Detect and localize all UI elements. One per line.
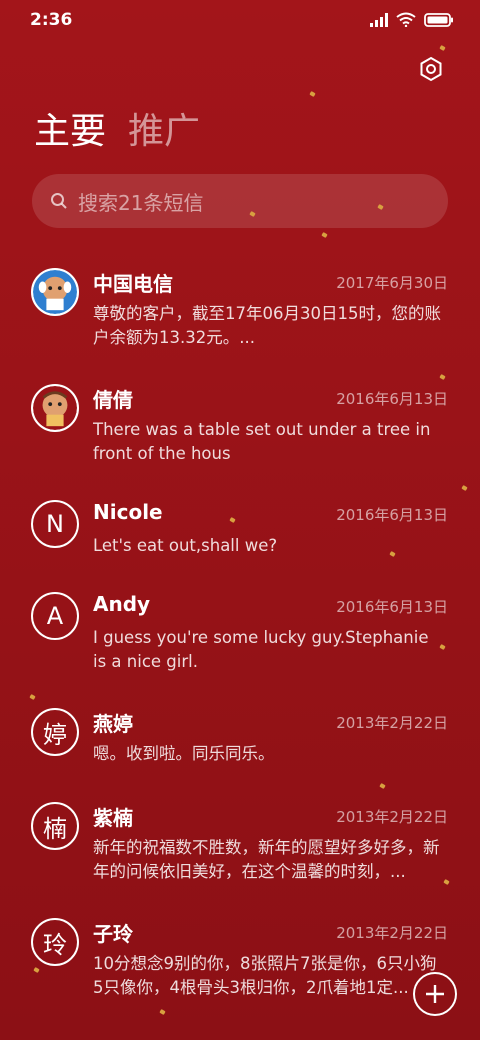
message-date: 2016年6月13日	[336, 390, 448, 408]
gold-fleck	[309, 91, 316, 97]
search-icon	[51, 193, 67, 209]
message-date: 2016年6月13日	[336, 506, 448, 524]
status-time: 2:36	[30, 10, 73, 30]
conversation-item[interactable]: 楠 紫楠 2013年2月22日 新年的祝福数不胜数，新年的愿望好多好多，新年的问…	[0, 796, 480, 906]
conversation-item[interactable]: N Nicole 2016年6月13日 Let's eat out,shall …	[0, 494, 480, 584]
search-placeholder: 搜索21条短信	[78, 190, 204, 215]
compose-plus-icon	[426, 985, 444, 1003]
status-icons	[370, 12, 454, 27]
message-date: 2016年6月13日	[336, 598, 448, 616]
contact-name: 紫楠	[93, 806, 133, 830]
cartoon-avatar-icon	[33, 270, 77, 314]
message-preview: 嗯。收到啦。同乐同乐。	[93, 744, 275, 763]
contact-name: 中国电信	[93, 272, 173, 296]
message-date: 2013年2月22日	[336, 808, 448, 826]
avatar: 玲	[31, 918, 79, 966]
contact-name: 倩倩	[93, 388, 133, 412]
gold-fleck	[321, 232, 328, 238]
contact-name: Andy	[93, 592, 151, 616]
avatar: 婷	[31, 708, 79, 756]
wifi-icon	[396, 12, 416, 27]
message-preview: 新年的祝福数不胜数，新年的愿望好多好多，新年的问候依旧美好，在这个温馨的时刻，.…	[93, 838, 440, 881]
contact-name: Nicole	[93, 500, 163, 524]
avatar	[31, 384, 79, 432]
message-preview: 尊敬的客户，截至17年06月30日15时，您的账户余额为13.32元。...	[93, 304, 441, 347]
message-preview: There was a table set out under a tree i…	[93, 420, 431, 463]
status-bar: 2:36	[0, 0, 480, 40]
conversation-item[interactable]: 倩倩 2016年6月13日 There was a table set out …	[0, 378, 480, 488]
compose-button[interactable]	[413, 972, 457, 1016]
contact-name: 子玲	[93, 922, 133, 946]
message-preview: 10分想念9别的你，8张照片7张是你，6只小狗5只像你，4根骨头3根归你，2爪着…	[93, 954, 437, 997]
message-preview: I guess you're some lucky guy.Stephanie …	[93, 628, 429, 671]
battery-icon	[424, 12, 453, 27]
message-date: 2017年6月30日	[336, 274, 448, 292]
search-input[interactable]: 搜索21条短信	[32, 174, 448, 228]
message-date: 2013年2月22日	[336, 714, 448, 732]
signal-icon	[370, 12, 388, 27]
conversation-item[interactable]: 玲 子玲 2013年2月22日 10分想念9别的你，8张照片7张是你，6只小狗5…	[0, 912, 480, 1022]
cartoon-avatar-icon	[33, 386, 77, 430]
message-date: 2013年2月22日	[336, 924, 448, 942]
contact-name: 燕婷	[93, 712, 133, 736]
gold-fleck	[439, 45, 446, 51]
tab-promotions[interactable]: 推广	[128, 108, 200, 156]
avatar: 楠	[31, 802, 79, 850]
conversation-item[interactable]: 中国电信 2017年6月30日 尊敬的客户，截至17年06月30日15时，您的账…	[0, 262, 480, 372]
tab-primary[interactable]: 主要	[34, 108, 106, 156]
tab-bar: 主要 推广	[34, 108, 200, 156]
conversation-item[interactable]: 婷 燕婷 2013年2月22日 嗯。收到啦。同乐同乐。	[0, 702, 480, 792]
settings-icon	[420, 56, 442, 82]
avatar: A	[31, 592, 79, 640]
conversation-item[interactable]: A Andy 2016年6月13日 I guess you're some lu…	[0, 586, 480, 696]
settings-button[interactable]	[418, 56, 444, 82]
avatar	[31, 268, 79, 316]
avatar: N	[31, 500, 79, 548]
